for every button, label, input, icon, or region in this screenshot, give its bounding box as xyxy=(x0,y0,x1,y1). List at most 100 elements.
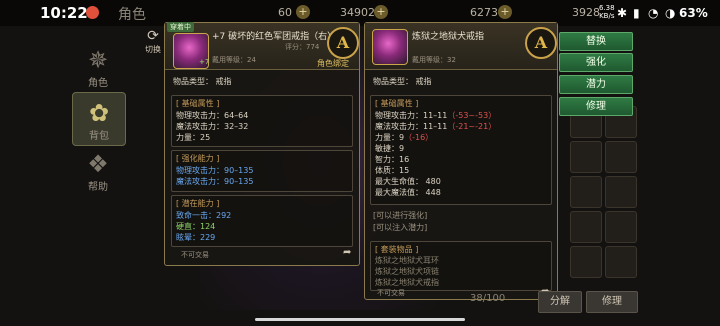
required-level: 戴用等级：32 xyxy=(412,56,456,64)
bag-capacity: 38/100 xyxy=(470,293,506,304)
stat-line: 物理攻击力：64–64 xyxy=(176,111,249,120)
stat-line: 力量：25 xyxy=(176,133,211,142)
section-title: [ 基础属性 ] xyxy=(176,99,220,108)
battery-level: 63% xyxy=(679,6,708,20)
basic-attributes-section: [ 基础属性 ] 物理攻击力：64–64 魔法攻击力：32–32 力量：25 xyxy=(171,95,353,147)
menu-item-label: 角色 xyxy=(88,78,108,89)
menu-item-help[interactable]: ❖ 帮助 xyxy=(72,144,124,196)
potential-hint: [可以注入潜力] xyxy=(373,223,428,232)
trade-status: 不可交易 xyxy=(181,251,209,259)
item-type: 物品类型： 戒指 xyxy=(373,77,432,86)
signal-icon: ▮ xyxy=(633,6,640,20)
repair-button[interactable]: 修理 xyxy=(559,97,633,116)
help-icon: ❖ xyxy=(87,150,109,178)
menu-item-label: 背包 xyxy=(89,131,109,142)
currency-other: 3928 xyxy=(572,6,600,19)
section-title: [ 套装物品 ] xyxy=(375,245,419,254)
network-speed: 6.38 KB/s xyxy=(599,4,615,20)
stat-line: 硬直：124 xyxy=(176,222,216,231)
basic-attributes-section: [ 基础属性 ] 物理攻击力：11–11（-53~-53） 魔法攻击力：11–1… xyxy=(370,95,552,205)
stat-line: 魔法攻击力：32–32 xyxy=(176,122,249,131)
potential-attributes-section: [ 潜在能力 ] 致命一击：292 硬直：124 眩晕：229 xyxy=(171,195,353,247)
stat-line: 物理攻击力：11–11（-53~-53） xyxy=(375,110,496,121)
stat-diff: （-16） xyxy=(404,133,434,142)
section-title: [ 基础属性 ] xyxy=(375,99,419,108)
stat-line: 最大生命值： 480 xyxy=(375,177,441,186)
add-gems-button[interactable]: + xyxy=(296,5,310,19)
bluetooth-icon: ✱ xyxy=(617,6,628,20)
stat-line: 魔法攻击力：11–11（-21~-21） xyxy=(375,121,496,132)
grade-badge: A xyxy=(327,27,359,59)
enhance-button[interactable]: 强化 xyxy=(559,53,633,72)
grade-badge: A xyxy=(525,27,557,59)
bag-icon: ✿ xyxy=(88,99,110,127)
compare-item-tooltip: 炼狱之地狱犬戒指 戴用等级：32 A 物品类型： 戒指 [ 基础属性 ] 物理攻… xyxy=(364,22,558,300)
switch-button[interactable]: ⟳ 切换 xyxy=(142,28,164,55)
inventory-slot[interactable] xyxy=(605,246,637,278)
set-item: 炼狱之地狱犬项链 xyxy=(375,267,439,276)
stat-line: 智力：16 xyxy=(375,155,410,164)
add-points-button[interactable]: + xyxy=(498,5,512,19)
wifi-icon: ◔ xyxy=(648,6,659,20)
home-indicator[interactable] xyxy=(255,318,465,321)
disassemble-button[interactable]: 分解 xyxy=(538,291,582,313)
equipped-item-tooltip: 穿着中 +7 +7 破坏的红色军团戒指（右） 评分：774 戴用等级：24 A … xyxy=(164,22,360,266)
stat-line: 眩晕：229 xyxy=(176,233,216,242)
stat-label: 物理攻击力：11–11 xyxy=(375,111,448,120)
stat-diff: （-53~-53） xyxy=(447,111,497,120)
item-name: +7 破坏的红色军团戒指（右） xyxy=(212,32,337,42)
share-icon[interactable]: ➦ xyxy=(343,247,351,258)
section-title: [ 潜在能力 ] xyxy=(176,199,220,208)
stat-line: 物理攻击力：90–135 xyxy=(176,166,254,175)
notification-icon xyxy=(86,6,99,19)
page-title: 角色 xyxy=(118,7,146,23)
enhance-attributes-section: [ 强化能力 ] 物理攻击力：90–135 魔法攻击力：90–135 xyxy=(171,150,353,192)
add-gold-button[interactable]: + xyxy=(374,5,388,19)
currency-gems: 60 xyxy=(278,6,292,19)
required-level: 戴用等级：24 xyxy=(212,56,256,64)
network-speed-value: 6.38 xyxy=(599,4,615,12)
refresh-icon: ⟳ xyxy=(147,28,159,44)
menu-item-bag[interactable]: ✿ 背包 xyxy=(72,92,126,146)
inventory-slot[interactable] xyxy=(605,141,637,173)
set-item: 炼狱之地狱犬耳环 xyxy=(375,256,439,265)
stat-line: 最大魔法值： 448 xyxy=(375,188,441,197)
menu-item-label: 帮助 xyxy=(88,182,108,193)
inventory-slot[interactable] xyxy=(605,211,637,243)
stat-line: 体质：15 xyxy=(375,166,410,175)
stat-line: 力量：9（-16） xyxy=(375,132,433,143)
character-icon: ✵ xyxy=(87,46,109,74)
set-item: 炼狱之地狱犬戒指 xyxy=(375,278,439,287)
enhance-hint: [可以进行强化] xyxy=(373,211,428,220)
inventory-slot[interactable] xyxy=(570,176,602,208)
enhance-level: +7 xyxy=(199,58,210,66)
network-speed-unit: KB/s xyxy=(599,12,615,20)
currency-points: 6273 xyxy=(470,6,498,19)
section-title: [ 强化能力 ] xyxy=(176,154,220,163)
stat-line: 敏捷：9 xyxy=(375,144,405,153)
stat-label: 力量：9 xyxy=(375,133,405,142)
menu-item-character[interactable]: ✵ 角色 xyxy=(72,40,124,92)
inventory-slot[interactable] xyxy=(570,246,602,278)
item-name: 炼狱之地狱犬戒指 xyxy=(412,32,485,42)
clock: 10:22 xyxy=(40,4,88,22)
stat-diff: （-21~-21） xyxy=(447,122,497,131)
potential-button[interactable]: 潜力 xyxy=(559,75,633,94)
bound-status: 角色绑定 xyxy=(317,59,349,68)
currency-gold: 34902 xyxy=(340,6,375,19)
repair-all-button[interactable]: 修理 xyxy=(586,291,638,313)
inventory-slot[interactable] xyxy=(605,176,637,208)
inventory-slot[interactable] xyxy=(570,141,602,173)
inventory-slot[interactable] xyxy=(570,211,602,243)
stat-line: 致命一击：292 xyxy=(176,211,232,220)
stat-label: 魔法攻击力：11–11 xyxy=(375,122,448,131)
switch-label: 切换 xyxy=(145,45,161,54)
set-items-section: [ 套装物品 ] 炼狱之地狱犬耳环 炼狱之地狱犬项链 炼狱之地狱犬戒指 xyxy=(370,241,552,291)
replace-button[interactable]: 替换 xyxy=(559,32,633,51)
item-score: 评分：774 xyxy=(285,43,320,51)
equipped-badge: 穿着中 xyxy=(167,22,194,32)
ring-icon xyxy=(372,29,408,65)
stat-line: 魔法攻击力：90–135 xyxy=(176,177,254,186)
battery-icon: ◑ xyxy=(665,6,676,20)
trade-status: 不可交易 xyxy=(377,289,405,297)
